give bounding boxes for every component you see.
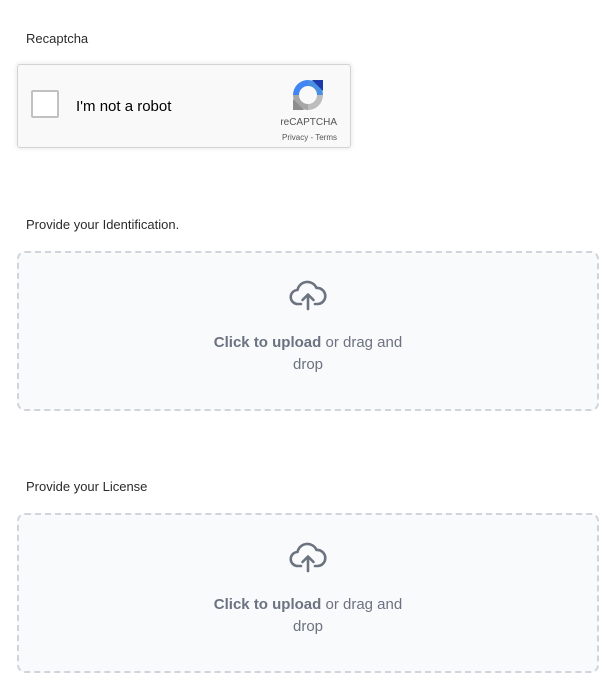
recaptcha-checkbox-text: I'm not a robot [76, 98, 172, 115]
identification-upload-text: Click to upload or drag and drop [208, 332, 408, 376]
recaptcha-terms-link[interactable]: Terms [315, 133, 337, 142]
license-upload-action[interactable]: Click to upload [214, 596, 322, 613]
identification-upload-action[interactable]: Click to upload [214, 334, 322, 351]
license-upload-dropzone[interactable]: Click to upload or drag and drop [17, 513, 599, 673]
recaptcha-widget: I'm not a robot reCAPTCHA Privacy - Term… [17, 64, 351, 148]
cloud-upload-icon [289, 280, 327, 311]
identification-upload-dropzone[interactable]: Click to upload or drag and drop [17, 251, 599, 411]
recaptcha-links: Privacy - Terms [282, 133, 337, 142]
license-label: Provide your License [26, 479, 148, 494]
identification-label: Provide your Identification. [26, 217, 180, 232]
license-upload-text: Click to upload or drag and drop [208, 594, 408, 638]
recaptcha-brand: reCAPTCHA [280, 117, 337, 128]
recaptcha-privacy-link[interactable]: Privacy [282, 133, 308, 142]
cloud-upload-icon [289, 542, 327, 573]
recaptcha-label: Recaptcha [26, 31, 89, 46]
recaptcha-logo-icon [293, 80, 323, 110]
recaptcha-checkbox[interactable] [31, 90, 59, 118]
